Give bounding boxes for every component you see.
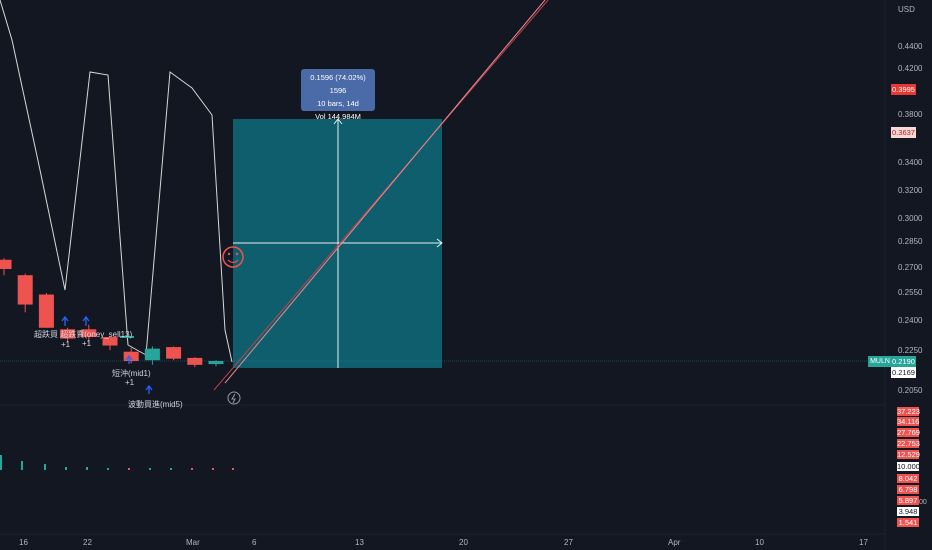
candle-body <box>187 357 203 365</box>
indicator-tag: 12.529 <box>897 450 920 459</box>
price-chart[interactable]: 超跌買 超跌賣(oney_sell13) +1 +1 短沖(mid1) +1 波… <box>0 0 932 550</box>
candle-body <box>166 347 182 359</box>
indicator-tag: 34.116 <box>897 417 920 426</box>
indicator-tag: 1.541 <box>897 518 919 527</box>
price-tick: 0.4200 <box>898 64 923 73</box>
time-tick: 10 <box>755 538 764 547</box>
mid1-label: 短沖(mid1) <box>112 368 151 378</box>
measure-change: 0.1596 (74.02%) 1596 <box>310 73 366 95</box>
indicator-extra-label: 00 <box>919 499 927 506</box>
price-tick: 0.4400 <box>898 42 923 51</box>
candle-body <box>0 259 12 270</box>
price-tag-white: 0.2169 <box>891 367 916 378</box>
plus-one-a: +1 <box>61 340 71 349</box>
time-tick: 27 <box>564 538 573 547</box>
indicator-tag: 5.897 <box>897 496 919 505</box>
time-tick: 16 <box>19 538 28 547</box>
price-tick: 0.2550 <box>898 288 923 297</box>
indicator-tag: 10.000 <box>897 462 920 471</box>
time-axis[interactable]: 16 22 Mar 6 13 20 27 Apr 10 17 <box>19 538 868 547</box>
candle-body <box>208 361 224 365</box>
price-tick: 0.3800 <box>898 110 923 119</box>
plus-one-c: +1 <box>125 378 135 387</box>
price-tick: 0.2050 <box>898 386 923 395</box>
time-tick: 13 <box>355 538 364 547</box>
time-tick: 17 <box>859 538 868 547</box>
price-tick: 0.2700 <box>898 263 923 272</box>
candle-body <box>144 348 160 361</box>
price-tick: 0.2250 <box>898 346 923 355</box>
lightning-icon[interactable] <box>227 391 241 405</box>
indicator-tag: 6.798 <box>897 485 919 494</box>
grid <box>0 0 886 550</box>
mid5-label: 波動買進(mid5) <box>128 399 183 409</box>
price-tag-red: 0.3995 <box>891 84 916 95</box>
plus-one-b: +1 <box>82 339 92 348</box>
sell-label: 超跌買 超跌賣(oney_sell13) <box>34 329 133 339</box>
price-tag-last: 0.2190 <box>891 356 916 367</box>
indicator-bars <box>0 455 234 470</box>
symbol-tag: MULN <box>868 356 892 367</box>
currency-label: USD <box>898 5 915 14</box>
time-tick: Mar <box>186 538 200 547</box>
indicator-line <box>0 0 233 363</box>
time-tick: 20 <box>459 538 468 547</box>
candle-body <box>17 275 33 305</box>
time-tick: 6 <box>252 538 257 547</box>
indicator-tag: 8.042 <box>897 474 919 483</box>
indicator-tag: 27.769 <box>897 428 920 437</box>
price-tick: 0.3400 <box>898 158 923 167</box>
measure-bars: 10 bars, 14d <box>317 99 359 108</box>
price-tag-pink: 0.3637 <box>891 127 916 138</box>
measure-volume: Vol 144.984M <box>315 112 361 121</box>
candles <box>0 258 224 368</box>
price-tick: 0.3200 <box>898 186 923 195</box>
price-tick: 0.3000 <box>898 214 923 223</box>
indicator-tag: 3.948 <box>897 507 919 516</box>
price-scale[interactable]: USD 0.4400 0.4200 0.3800 0.3400 0.3200 0… <box>898 5 923 395</box>
time-tick: 22 <box>83 538 92 547</box>
indicator-tag: 37.223 <box>897 407 920 416</box>
time-tick: Apr <box>668 538 681 547</box>
indicator-tag: 22.753 <box>897 439 920 448</box>
price-tick: 0.2400 <box>898 316 923 325</box>
price-tick: 0.2850 <box>898 237 923 246</box>
candle-body <box>38 294 54 328</box>
measure-tooltip: 0.1596 (74.02%) 1596 10 bars, 14d Vol 14… <box>301 69 375 121</box>
